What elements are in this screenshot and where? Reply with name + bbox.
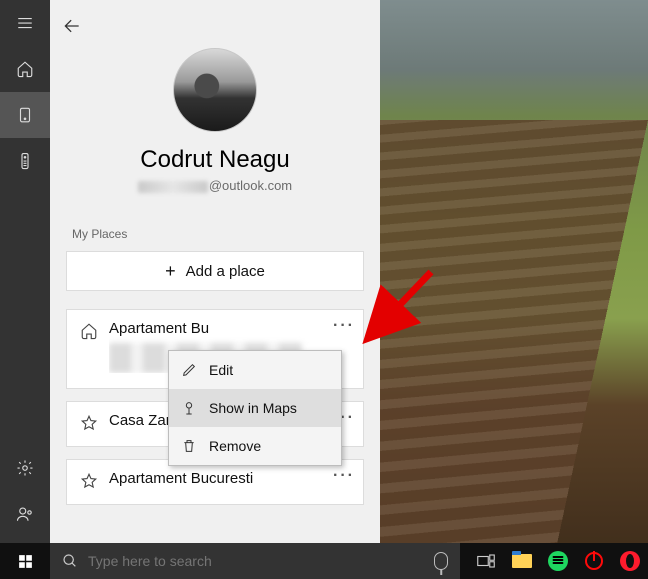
- ctx-edit-label: Edit: [209, 362, 233, 378]
- spotify-button[interactable]: [540, 543, 576, 579]
- profile-header: Codrut Neagu @outlook.com: [50, 48, 380, 193]
- email-redacted: [138, 181, 208, 193]
- task-view-button[interactable]: [468, 543, 504, 579]
- section-label-myplaces: My Places: [72, 227, 380, 241]
- place-more-button[interactable]: ···: [331, 316, 357, 336]
- avatar: [173, 48, 257, 132]
- context-menu: Edit Show in Maps Remove: [168, 350, 342, 466]
- display-name: Codrut Neagu: [140, 146, 289, 174]
- account-icon[interactable]: [0, 491, 50, 537]
- star-icon: [79, 412, 99, 432]
- ctx-show-in-maps[interactable]: Show in Maps: [169, 389, 341, 427]
- plus-icon: +: [165, 261, 176, 282]
- taskbar-search[interactable]: [50, 543, 460, 579]
- home-icon[interactable]: [0, 46, 50, 92]
- ctx-show-label: Show in Maps: [209, 400, 297, 416]
- start-button[interactable]: [0, 543, 50, 579]
- add-place-button[interactable]: + Add a place: [66, 251, 364, 291]
- spotify-icon: [548, 551, 568, 571]
- email: @outlook.com: [138, 178, 292, 193]
- taskbar-tray: [468, 543, 648, 579]
- mic-icon[interactable]: [434, 552, 448, 570]
- taskbar-search-input[interactable]: [88, 553, 424, 569]
- settings-icon[interactable]: [0, 445, 50, 491]
- power-settings-button[interactable]: [576, 543, 612, 579]
- app-rail: [0, 0, 50, 543]
- back-button[interactable]: [50, 6, 94, 46]
- star-icon: [79, 470, 99, 490]
- opera-button[interactable]: [612, 543, 648, 579]
- power-icon: [585, 552, 603, 570]
- home-icon: [79, 320, 99, 340]
- ctx-remove[interactable]: Remove: [169, 427, 341, 465]
- pin-icon: [181, 400, 197, 416]
- pencil-icon: [181, 362, 197, 378]
- menu-icon[interactable]: [0, 0, 50, 46]
- trash-icon: [181, 438, 197, 454]
- ctx-remove-label: Remove: [209, 438, 261, 454]
- place-name: Apartament Bucuresti: [109, 470, 253, 487]
- taskbar: [0, 543, 648, 579]
- folder-icon: [512, 554, 532, 568]
- opera-icon: [620, 551, 640, 571]
- add-place-label: Add a place: [186, 263, 265, 280]
- search-icon: [62, 553, 78, 569]
- place-more-button[interactable]: ···: [331, 466, 357, 486]
- file-explorer-button[interactable]: [504, 543, 540, 579]
- place-name: Apartament Bu: [109, 320, 325, 337]
- remote-icon[interactable]: [0, 138, 50, 184]
- email-suffix: @outlook.com: [209, 178, 292, 193]
- device-icon[interactable]: [0, 92, 50, 138]
- ctx-edit[interactable]: Edit: [169, 351, 341, 389]
